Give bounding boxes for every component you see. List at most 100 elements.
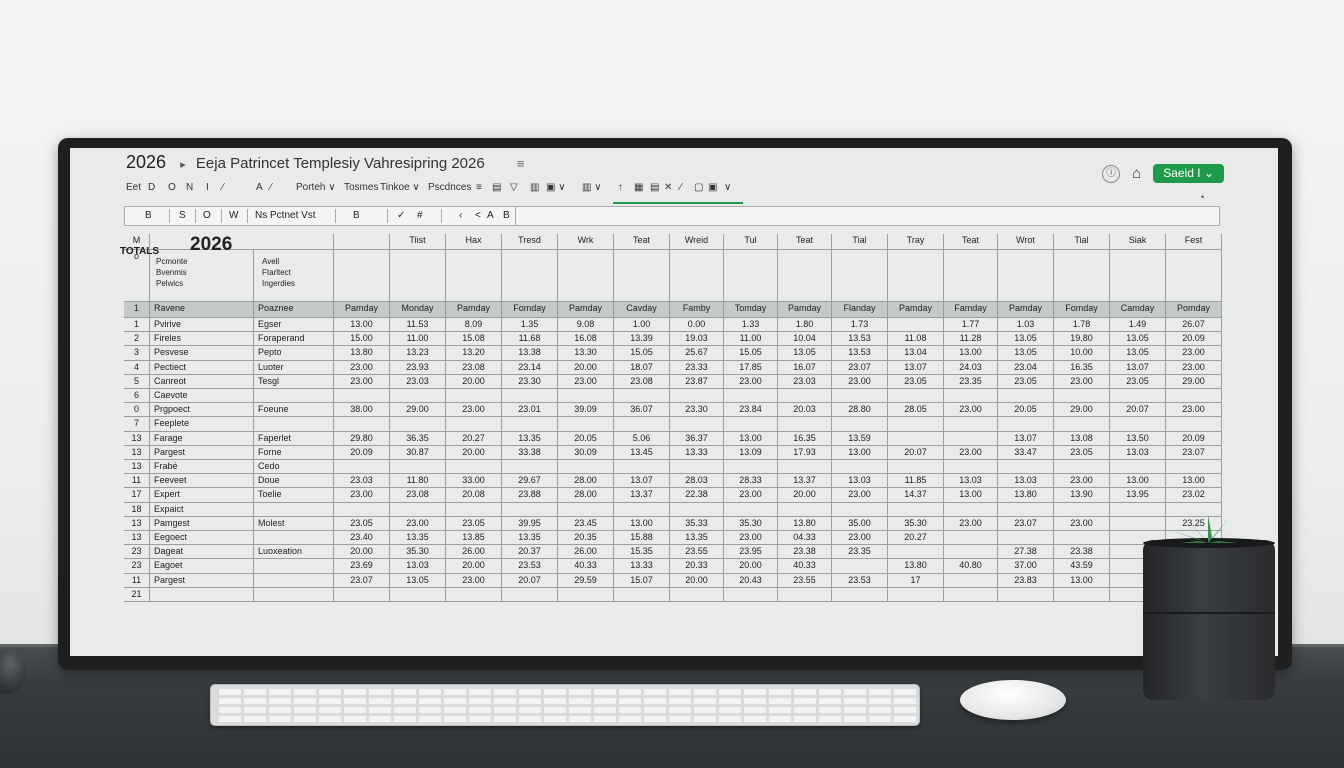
data-cell[interactable]: 13.00 [614,516,670,531]
data-cell[interactable]: 13.50 [1110,431,1166,446]
data-cell[interactable] [1110,389,1166,404]
data-cell[interactable]: 23.00 [832,374,888,389]
formula-tool-4[interactable]: W [229,210,238,221]
data-cell[interactable] [334,417,390,432]
data-cell[interactable] [1110,460,1166,475]
row-label-a[interactable]: Pvirive [150,318,254,333]
ribbon-item-1[interactable]: D [148,182,155,193]
data-cell[interactable]: 23.00 [832,531,888,546]
data-cell[interactable]: 18.07 [614,360,670,375]
data-cell[interactable] [670,417,724,432]
row-number[interactable]: 0 [124,403,150,418]
column-header[interactable]: Tiist [390,234,446,250]
column-header[interactable]: Hax [446,234,502,250]
data-cell[interactable]: 23.05 [998,374,1054,389]
day-header[interactable]: Monday [390,302,446,318]
data-cell[interactable]: 13.00 [1110,474,1166,489]
data-cell[interactable]: 22.38 [670,488,724,503]
data-cell[interactable]: 13.00 [1166,474,1222,489]
data-cell[interactable] [888,417,944,432]
data-cell[interactable] [390,587,446,602]
data-cell[interactable]: 26.00 [558,545,614,560]
column-header[interactable]: Tresd [502,234,558,250]
data-cell[interactable] [1110,417,1166,432]
data-cell[interactable] [1054,587,1110,602]
data-cell[interactable] [944,502,998,517]
data-cell[interactable]: 29.00 [1054,403,1110,418]
data-cell[interactable]: 20.05 [998,403,1054,418]
data-cell[interactable]: 35.00 [832,516,888,531]
data-cell[interactable]: 13.07 [1110,360,1166,375]
data-cell[interactable]: 23.04 [998,360,1054,375]
data-cell[interactable]: 20.07 [888,445,944,460]
data-cell[interactable]: 11.68 [502,332,558,347]
data-cell[interactable]: 29.59 [558,573,614,588]
data-cell[interactable]: 28.05 [888,403,944,418]
data-cell[interactable] [614,460,670,475]
data-cell[interactable] [558,389,614,404]
data-cell[interactable] [670,502,724,517]
data-cell[interactable]: 28.80 [832,403,888,418]
row-number[interactable]: 17 [124,488,150,503]
data-cell[interactable]: 13.80 [778,516,832,531]
data-cell[interactable]: 8.09 [446,318,502,333]
data-cell[interactable]: 39.95 [502,516,558,531]
row-label-a[interactable] [150,587,254,602]
data-cell[interactable]: 11.28 [944,332,998,347]
data-cell[interactable]: 13.23 [390,346,446,361]
data-cell[interactable] [832,502,888,517]
data-cell[interactable]: 13.03 [832,474,888,489]
data-cell[interactable]: 40.80 [944,559,998,574]
row-number[interactable]: 21 [124,587,150,602]
data-cell[interactable]: 23.40 [334,531,390,546]
data-cell[interactable] [1054,417,1110,432]
data-cell[interactable]: 35.30 [888,516,944,531]
data-cell[interactable]: 38.00 [334,403,390,418]
data-cell[interactable]: 15.08 [446,332,502,347]
data-cell[interactable] [888,545,944,560]
menu-icon[interactable]: ≡ [517,156,525,171]
data-cell[interactable]: 1.77 [944,318,998,333]
row-number[interactable]: 11 [124,474,150,489]
ribbon-item-5[interactable]: ⁄ [222,182,224,193]
blank-cell[interactable] [614,250,670,302]
day-header[interactable]: Pamday [334,302,390,318]
data-cell[interactable]: 13.00 [944,346,998,361]
data-cell[interactable]: 23.08 [390,488,446,503]
column-header[interactable]: Wreid [670,234,724,250]
data-cell[interactable] [724,587,778,602]
data-cell[interactable]: 23.08 [614,374,670,389]
data-cell[interactable] [832,460,888,475]
day-header[interactable]: Pamday [888,302,944,318]
row-number[interactable]: 11 [124,573,150,588]
data-cell[interactable]: 5.06 [614,431,670,446]
data-cell[interactable]: 23.00 [334,374,390,389]
data-cell[interactable] [888,460,944,475]
data-cell[interactable]: 23.07 [832,360,888,375]
data-cell[interactable] [888,318,944,333]
ribbon-item-8[interactable]: Porteh ∨ [296,182,336,193]
data-cell[interactable]: 13.59 [832,431,888,446]
data-cell[interactable]: 23.45 [558,516,614,531]
data-cell[interactable]: 23.05 [1054,445,1110,460]
data-cell[interactable]: 13.35 [670,531,724,546]
data-cell[interactable]: 9.08 [558,318,614,333]
data-cell[interactable]: 16.35 [1054,360,1110,375]
data-cell[interactable]: 13.39 [614,332,670,347]
data-cell[interactable]: 26.07 [1166,318,1222,333]
row-label-a[interactable]: Expaict [150,502,254,517]
data-cell[interactable]: 23.33 [670,360,724,375]
data-cell[interactable]: 13.04 [888,346,944,361]
data-cell[interactable] [558,460,614,475]
row-label-a[interactable]: Pectiect [150,360,254,375]
data-cell[interactable]: 27.38 [998,545,1054,560]
data-cell[interactable] [778,417,832,432]
data-cell[interactable]: 23.03 [778,374,832,389]
data-cell[interactable]: 23.30 [670,403,724,418]
column-header[interactable]: Siak [1110,234,1166,250]
data-cell[interactable]: 1.03 [998,318,1054,333]
row-number[interactable]: 18 [124,502,150,517]
data-cell[interactable]: 23.83 [998,573,1054,588]
row-label-a[interactable]: Fireles [150,332,254,347]
data-cell[interactable]: 25.67 [670,346,724,361]
